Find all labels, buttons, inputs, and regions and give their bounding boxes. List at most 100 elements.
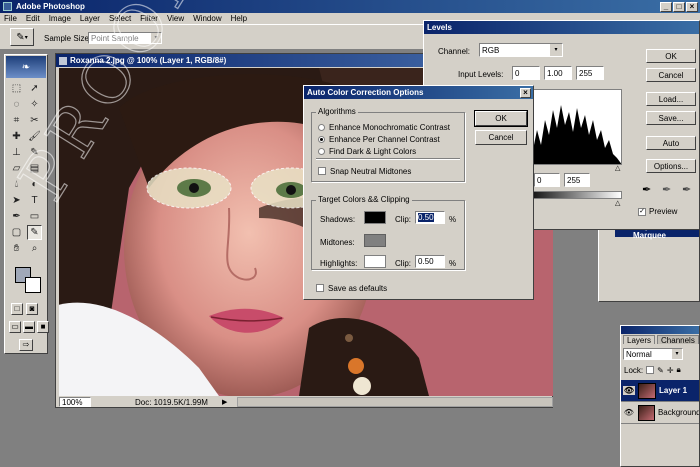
menu-item-edit[interactable]: Edit	[26, 14, 40, 23]
layers-tabs: Layers Channels	[621, 334, 699, 345]
quick-mask-buttons[interactable]: □ ◙	[11, 303, 38, 315]
gray-point-eyedropper-icon[interactable]: ✒	[662, 183, 671, 196]
tab-channels[interactable]: Channels	[657, 335, 699, 345]
blur-tool-icon[interactable]: 💧︎	[9, 177, 24, 192]
history-brush-icon[interactable]: ✎	[27, 145, 42, 160]
quick-mask-icon[interactable]: ◙	[26, 303, 38, 315]
eraser-tool-icon[interactable]: ▱	[9, 161, 24, 176]
output-black-field[interactable]: 0	[534, 173, 560, 187]
menu-item-help[interactable]: Help	[231, 14, 247, 23]
input-white-field[interactable]: 255	[576, 66, 604, 80]
gradient-tool-icon[interactable]: ▤	[27, 161, 42, 176]
lock-row: Lock: ✎ ✛ 🔒︎	[621, 363, 699, 377]
black-point-eyedropper-icon[interactable]: ✒	[642, 183, 651, 196]
output-white-slider-icon[interactable]: △	[615, 199, 620, 207]
white-point-eyedropper-icon[interactable]: ✒	[682, 183, 691, 196]
blend-mode-select[interactable]: Normal ▾	[623, 348, 683, 360]
acc-cancel-button[interactable]: Cancel	[475, 130, 527, 145]
menu-item-filter[interactable]: Filter	[140, 14, 158, 23]
maximize-icon[interactable]: □	[673, 1, 685, 12]
document-title: Roxanna 2.jpg @ 100% (Layer 1, RGB/8#)	[70, 56, 227, 65]
levels-save-button[interactable]: Save...	[646, 111, 696, 125]
menu-item-file[interactable]: File	[4, 14, 17, 23]
layer-row[interactable]: 👁︎ Layer 1	[621, 380, 699, 402]
input-white-slider-icon[interactable]: △	[615, 164, 620, 172]
snap-neutral-midtones-checkbox[interactable]: Snap Neutral Midtones	[318, 165, 411, 177]
visibility-eye-icon[interactable]: 👁︎	[623, 408, 635, 417]
tab-layers[interactable]: Layers	[623, 335, 656, 345]
sample-size-label: Sample Size:	[44, 34, 92, 43]
status-menu-arrow-icon[interactable]: ▶	[222, 398, 227, 406]
preview-checkbox[interactable]: ✓ Preview	[638, 207, 677, 216]
lock-label: Lock:	[624, 365, 644, 375]
output-gradient	[524, 191, 622, 199]
algorithm-option-3[interactable]: Find Dark & Light Colors	[318, 145, 450, 157]
zoom-tool-icon[interactable]: ⌕	[27, 241, 42, 256]
full-screen-menu-icon[interactable]: ▬	[23, 321, 35, 333]
input-gamma-field[interactable]: 1.00	[544, 66, 572, 80]
move-lock-icon[interactable]: ✛	[667, 366, 674, 375]
visibility-eye-icon[interactable]: 👁︎	[623, 386, 635, 395]
close-icon[interactable]: ×	[686, 1, 698, 12]
auto-color-correction-dialog: Auto Color Correction Options × Algorith…	[303, 85, 534, 300]
minimize-icon[interactable]: _	[660, 1, 672, 12]
shadows-clip-label: Clip:	[395, 215, 412, 224]
screen-mode-icon[interactable]: ▭	[9, 321, 21, 333]
crop-tool-icon[interactable]: ⌗	[9, 113, 24, 128]
shadows-label: Shadows:	[320, 215, 356, 224]
levels-options-button[interactable]: Options...	[646, 159, 696, 173]
brush-lock-icon[interactable]: ✎	[657, 366, 664, 375]
horizontal-scrollbar[interactable]	[237, 397, 553, 407]
shape-tool-icon[interactable]: ▭	[27, 209, 42, 224]
eyedropper-tool-icon[interactable]: ✎	[27, 225, 42, 240]
path-select-icon[interactable]: ➤	[9, 193, 24, 208]
marquee-tool-icon[interactable]: ⬚	[9, 81, 24, 96]
magic-wand-tool-icon[interactable]: ✧	[27, 97, 42, 112]
lasso-tool-icon[interactable]: ◌	[9, 97, 24, 112]
midtones-color-swatch[interactable]	[364, 234, 386, 247]
slice-tool-icon[interactable]: ✂	[27, 113, 42, 128]
save-as-defaults-checkbox[interactable]: Save as defaults	[316, 282, 387, 294]
sample-size-select[interactable]: Point Sample ▾	[88, 32, 162, 44]
layer-row[interactable]: 👁︎ Background	[621, 402, 699, 424]
input-black-field[interactable]: 0	[512, 66, 540, 80]
shadows-color-swatch[interactable]	[364, 211, 386, 224]
zoom-field[interactable]: 100%	[59, 397, 91, 407]
eyedropper-tool-preset[interactable]: ✎ ▾	[10, 28, 34, 46]
menu-item-view[interactable]: View	[167, 14, 184, 23]
notes-tool-icon[interactable]: ▢	[9, 225, 24, 240]
close-icon[interactable]: ×	[520, 87, 531, 98]
hand-tool-icon[interactable]: ✋︎	[9, 241, 24, 256]
lock-transparency-icon[interactable]	[646, 366, 655, 374]
menu-item-select[interactable]: Select	[109, 14, 131, 23]
levels-cancel-button[interactable]: Cancel	[646, 68, 696, 82]
standard-mode-icon[interactable]: □	[11, 303, 23, 315]
highlights-color-swatch[interactable]	[364, 255, 386, 268]
stamp-tool-icon[interactable]: ⊥	[9, 145, 24, 160]
jump-to-imageready-icon[interactable]: ⇨	[19, 339, 33, 351]
move-tool-icon[interactable]: ➚	[27, 81, 42, 96]
acc-ok-button[interactable]: OK	[474, 110, 528, 127]
levels-ok-button[interactable]: OK	[646, 49, 696, 63]
highlights-clip-label: Clip:	[395, 259, 412, 268]
output-white-field[interactable]: 255	[564, 173, 590, 187]
brush-tool-icon[interactable]: 🖌︎	[27, 129, 42, 144]
background-color-swatch[interactable]	[25, 277, 41, 293]
channel-select[interactable]: RGB ▾	[479, 43, 563, 57]
healing-brush-icon[interactable]: ✚	[9, 129, 24, 144]
highlights-clip-field[interactable]: 0.50	[415, 255, 445, 268]
menu-item-image[interactable]: Image	[49, 14, 71, 23]
algorithm-option-2[interactable]: Enhance Per Channel Contrast	[318, 133, 450, 145]
menu-item-window[interactable]: Window	[193, 14, 221, 23]
shadows-clip-field[interactable]: 0.50	[415, 211, 445, 224]
levels-load-button[interactable]: Load...	[646, 92, 696, 106]
levels-auto-button[interactable]: Auto	[646, 136, 696, 150]
type-tool-icon[interactable]: T	[27, 193, 42, 208]
full-screen-icon[interactable]: ■	[37, 321, 49, 333]
pen-tool-icon[interactable]: ✒	[9, 209, 24, 224]
dodge-tool-icon[interactable]: ◐	[27, 177, 42, 192]
screen-mode-buttons[interactable]: ▭ ▬ ■	[9, 321, 49, 333]
algorithm-option-1[interactable]: Enhance Monochromatic Contrast	[318, 121, 450, 133]
menu-item-layer[interactable]: Layer	[80, 14, 100, 23]
lock-all-icon[interactable]: 🔒︎	[677, 365, 681, 375]
